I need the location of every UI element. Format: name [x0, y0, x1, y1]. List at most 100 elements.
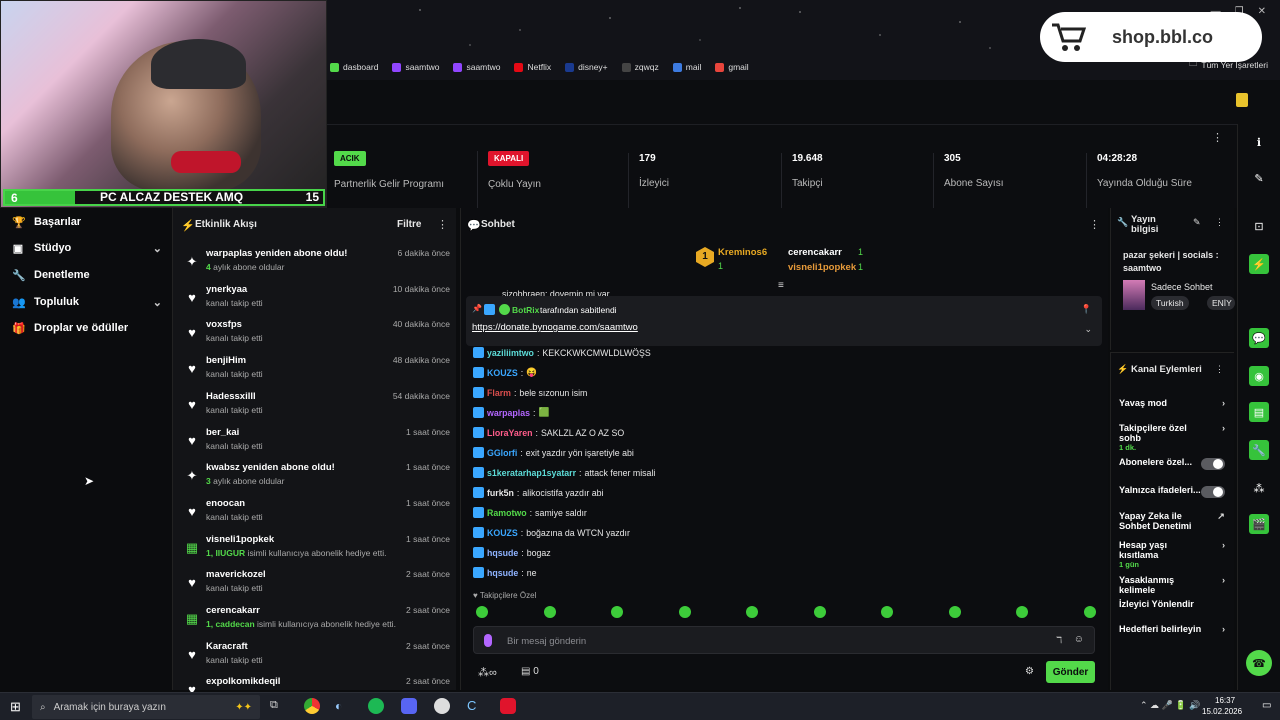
- bookmark-item[interactable]: zqwqz: [621, 62, 659, 72]
- tray-icons[interactable]: ⌃ ☁ 🎤 🔋 🔊: [1140, 700, 1200, 711]
- gear-icon[interactable]: ⚙: [1025, 666, 1034, 677]
- bookmark-item[interactable]: mail: [672, 62, 701, 72]
- channel-action-item[interactable]: Yapay Zeka ile Sohbet Denetimi ↗: [1119, 511, 1231, 531]
- sidebar-item-drops[interactable]: 🎁 Droplar ve ödüller: [12, 322, 162, 335]
- points-icon[interactable]: ⁂: [1249, 478, 1269, 498]
- activity-item[interactable]: ♥ ber_kai kanalı takip etti 1 saat önce: [185, 427, 450, 463]
- more-icon[interactable]: ⋮: [1212, 131, 1223, 144]
- unpin-icon[interactable]: 📍: [1081, 304, 1092, 315]
- translate-icon[interactable]: ℸ: [1056, 635, 1062, 646]
- clapper-icon[interactable]: 🎬: [1249, 514, 1269, 534]
- task-view-icon[interactable]: ⧉: [270, 699, 278, 712]
- sidebar-item-community[interactable]: 👥 Topluluk ⌄: [12, 296, 162, 309]
- toggle-switch[interactable]: [1201, 486, 1225, 498]
- obs-icon[interactable]: [434, 698, 450, 714]
- chat-message[interactable]: hqsude: ne: [473, 567, 537, 578]
- activity-item[interactable]: ▦ cerencakarr 1, caddecan isimli kullanıcı…: [185, 605, 450, 641]
- chat-username[interactable]: KOUZS: [487, 368, 518, 378]
- chat-username[interactable]: warpaplas: [487, 408, 530, 418]
- chat-message[interactable]: warpaplas: 🟩: [473, 407, 549, 418]
- more-icon[interactable]: ⋮: [1215, 364, 1224, 375]
- chevron-down-icon[interactable]: ⌄: [1084, 324, 1092, 335]
- sidebar-item-studio[interactable]: ▣ Stüdyo ⌄: [12, 242, 162, 255]
- chat-username[interactable]: hqsude: [487, 548, 518, 558]
- emote-icon[interactable]: [476, 606, 488, 618]
- chat-message[interactable]: furk5n: alikocistifa yazdır abi: [473, 487, 604, 498]
- activity-item[interactable]: ♥ voxsfps kanalı takip etti 40 dakika önce: [185, 319, 450, 355]
- sidebar-item-moderation[interactable]: 🔧 Denetleme: [12, 269, 162, 282]
- channel-action-item[interactable]: Abonelere özel...: [1119, 457, 1231, 470]
- points-icon[interactable]: ⁂∞: [478, 666, 497, 679]
- expand-icon[interactable]: ≡: [778, 280, 784, 291]
- emote-icon[interactable]: [881, 606, 894, 618]
- activity-item[interactable]: ♥ maverickozel kanalı takip etti 2 saat önc…: [185, 569, 450, 605]
- chat-username[interactable]: hqsude: [487, 568, 518, 578]
- channel-action-item[interactable]: Yasaklanmış kelimele ›: [1119, 575, 1231, 595]
- channel-action-item[interactable]: Hedefleri belirleyin ›: [1119, 624, 1231, 634]
- chat-message[interactable]: KOUZS: 😝: [473, 367, 537, 378]
- emoji-icon[interactable]: ☺: [1074, 634, 1084, 645]
- leader-name[interactable]: Kreminos6: [718, 247, 767, 258]
- shop-banner[interactable]: shop.bbl.co: [1040, 12, 1262, 62]
- bookmark-item[interactable]: saamtwo: [392, 62, 439, 72]
- leader-name[interactable]: visneli1popkek: [788, 262, 856, 273]
- chat-message[interactable]: yaziliimtwo: KEKCKWKCMWLDLWÖŞS: [473, 347, 651, 358]
- bolt-icon[interactable]: ⚡: [1249, 254, 1269, 274]
- emote-icon[interactable]: [678, 606, 691, 618]
- toggle-switch[interactable]: [1201, 458, 1225, 470]
- activity-item[interactable]: ♥ Hadessxilll kanalı takip etti 54 dakika ö…: [185, 391, 450, 427]
- channel-action-item[interactable]: Takipçilere özel sohb 1 dk. ›: [1119, 423, 1231, 452]
- tag[interactable]: ENİY: [1207, 296, 1235, 310]
- emote-icon[interactable]: [543, 606, 556, 618]
- close-icon[interactable]: ✕: [1258, 6, 1266, 17]
- bookmark-item[interactable]: Netflix: [514, 62, 551, 72]
- windows-start-icon[interactable]: ⊞: [10, 699, 21, 715]
- chat-message[interactable]: GGlorfi: exit yazdır yön işaretiyle abi: [473, 447, 634, 458]
- pinned-link[interactable]: https://donate.bynogame.com/saamtwo: [472, 322, 638, 333]
- notification-icon[interactable]: ▭: [1262, 700, 1271, 711]
- help-icon[interactable]: ☎: [1246, 650, 1272, 676]
- trophy-icon[interactable]: [1236, 93, 1248, 107]
- chrome-icon[interactable]: [304, 698, 320, 714]
- send-button[interactable]: Gönder: [1046, 661, 1095, 683]
- channel-action-item[interactable]: Yalnızca ifadeleri...: [1119, 485, 1231, 498]
- activity-item[interactable]: ♥ benjiHim kanalı takip etti 48 dakika önce: [185, 355, 450, 391]
- channel-action-item[interactable]: Yavaş mod ›: [1119, 398, 1231, 408]
- info-icon[interactable]: ℹ: [1249, 132, 1269, 152]
- more-icon[interactable]: ⋮: [437, 218, 448, 231]
- chat-username[interactable]: Ramotwo: [487, 508, 527, 518]
- discord-icon[interactable]: [401, 698, 417, 714]
- emote-icon[interactable]: [1016, 606, 1029, 618]
- crop-icon[interactable]: ⊡: [1249, 216, 1269, 236]
- steam-icon[interactable]: ◐: [335, 699, 342, 713]
- emote-icon[interactable]: [1083, 606, 1096, 618]
- tag[interactable]: Turkish: [1151, 296, 1189, 310]
- taskbar-search[interactable]: ⌕ Aramak için buraya yazın ✦✦: [32, 695, 260, 719]
- chat-input[interactable]: Bir mesaj gönderin ℸ ☺: [473, 626, 1095, 654]
- chat-message[interactable]: Ramotwo: samiye saldır: [473, 507, 587, 518]
- bookmark-item[interactable]: gmail: [715, 62, 749, 72]
- chat-username[interactable]: LioraYaren: [487, 428, 532, 438]
- leader-name[interactable]: cerencakarr: [788, 247, 842, 258]
- bookmark-item[interactable]: dasboard: [330, 62, 378, 72]
- chat-username[interactable]: furk5n: [487, 488, 514, 498]
- chat-message[interactable]: hqsude: bogaz: [473, 547, 551, 558]
- activity-item[interactable]: ✦ kwabsz yeniden abone oldu! 3 aylık abone…: [185, 462, 450, 498]
- channel-action-item[interactable]: Hesap yaşı kısıtlama 1 gün ›: [1119, 540, 1231, 569]
- channel-action-item[interactable]: İzleyici Yönlendir: [1119, 599, 1231, 609]
- app-icon[interactable]: [500, 698, 516, 714]
- emote-icon[interactable]: [813, 606, 826, 618]
- activity-item[interactable]: ♥ Karacraft kanalı takip etti 2 saat önce: [185, 641, 450, 677]
- chat-username[interactable]: Flarm: [487, 388, 511, 398]
- more-icon[interactable]: ⋮: [1089, 218, 1100, 231]
- app-icon[interactable]: C: [467, 698, 476, 713]
- chat-username[interactable]: yaziliimtwo: [487, 348, 534, 358]
- chat-message[interactable]: KOUZS: boğazına da WTCN yazdır: [473, 527, 630, 538]
- bookmark-item[interactable]: disney+: [565, 62, 608, 72]
- activity-item[interactable]: ▦ visneli1popkek 1, IIUGUR isimli kullanıc…: [185, 534, 450, 570]
- chat-message[interactable]: Flarm: bele sızonun isim: [473, 387, 587, 398]
- activity-item[interactable]: ♥ ynerkyaa kanalı takip etti 10 dakika önce: [185, 284, 450, 320]
- wrench-icon[interactable]: 🔧: [1249, 440, 1269, 460]
- emote-icon[interactable]: [611, 606, 624, 618]
- filter-button[interactable]: Filtre: [397, 219, 421, 230]
